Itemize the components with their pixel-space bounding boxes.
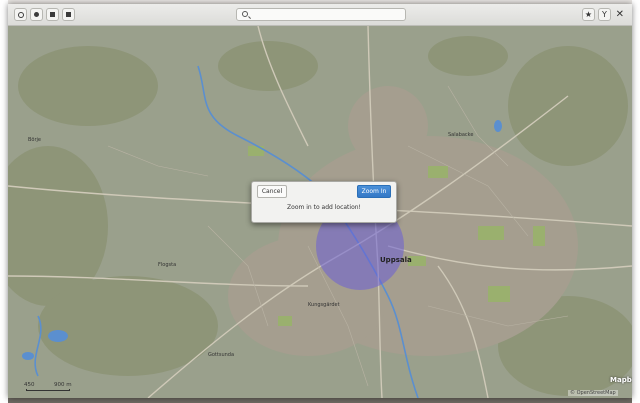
scale-label-left: 450 [24, 382, 35, 388]
desktop-background-left [0, 0, 8, 403]
target-icon [17, 11, 24, 18]
maps-window: ★ Y ✕ Börje Flogsta Kungsgärdet Salaback… [8, 4, 632, 398]
print-icon [66, 12, 71, 17]
header-bar: ★ Y ✕ [8, 4, 632, 26]
mapbox-logo: Mapbox [610, 376, 632, 384]
route-icon: Y [602, 9, 607, 19]
route-button[interactable]: Y [598, 8, 611, 21]
copyright-label[interactable]: © OpenStreetMap [568, 390, 618, 396]
cancel-button[interactable]: Cancel [257, 185, 287, 198]
star-icon: ★ [584, 9, 593, 19]
map-label-flogsta: Flogsta [158, 262, 176, 268]
scale-bar: 450 900 m [20, 382, 80, 392]
search-icon [242, 11, 248, 17]
map-label-kungsgardet: Kungsgärdet [308, 302, 340, 308]
location-button[interactable] [14, 8, 27, 21]
scale-line [26, 389, 70, 391]
favorites-button[interactable]: ★ [582, 8, 595, 21]
print-button[interactable] [62, 8, 75, 21]
scale-label-right: 900 m [54, 382, 72, 388]
desktop-background-right [632, 0, 640, 403]
map-label-gottsunda: Gottsunda [208, 352, 234, 358]
place-icon [50, 12, 55, 17]
map-label-borje: Börje [28, 137, 41, 143]
layers-icon [34, 12, 39, 17]
zoom-dialog: Cancel Zoom In Zoom in to add location! [251, 181, 397, 223]
favorite-place-button[interactable] [46, 8, 59, 21]
zoom-in-button[interactable]: Zoom In [357, 185, 391, 198]
search-input[interactable] [236, 8, 406, 21]
dialog-message: Zoom in to add location! [287, 204, 361, 211]
city-label: Uppsala [380, 256, 412, 264]
map-label-salabacke: Salabacke [448, 132, 473, 138]
close-icon[interactable]: ✕ [616, 8, 624, 21]
layer-button[interactable] [30, 8, 43, 21]
